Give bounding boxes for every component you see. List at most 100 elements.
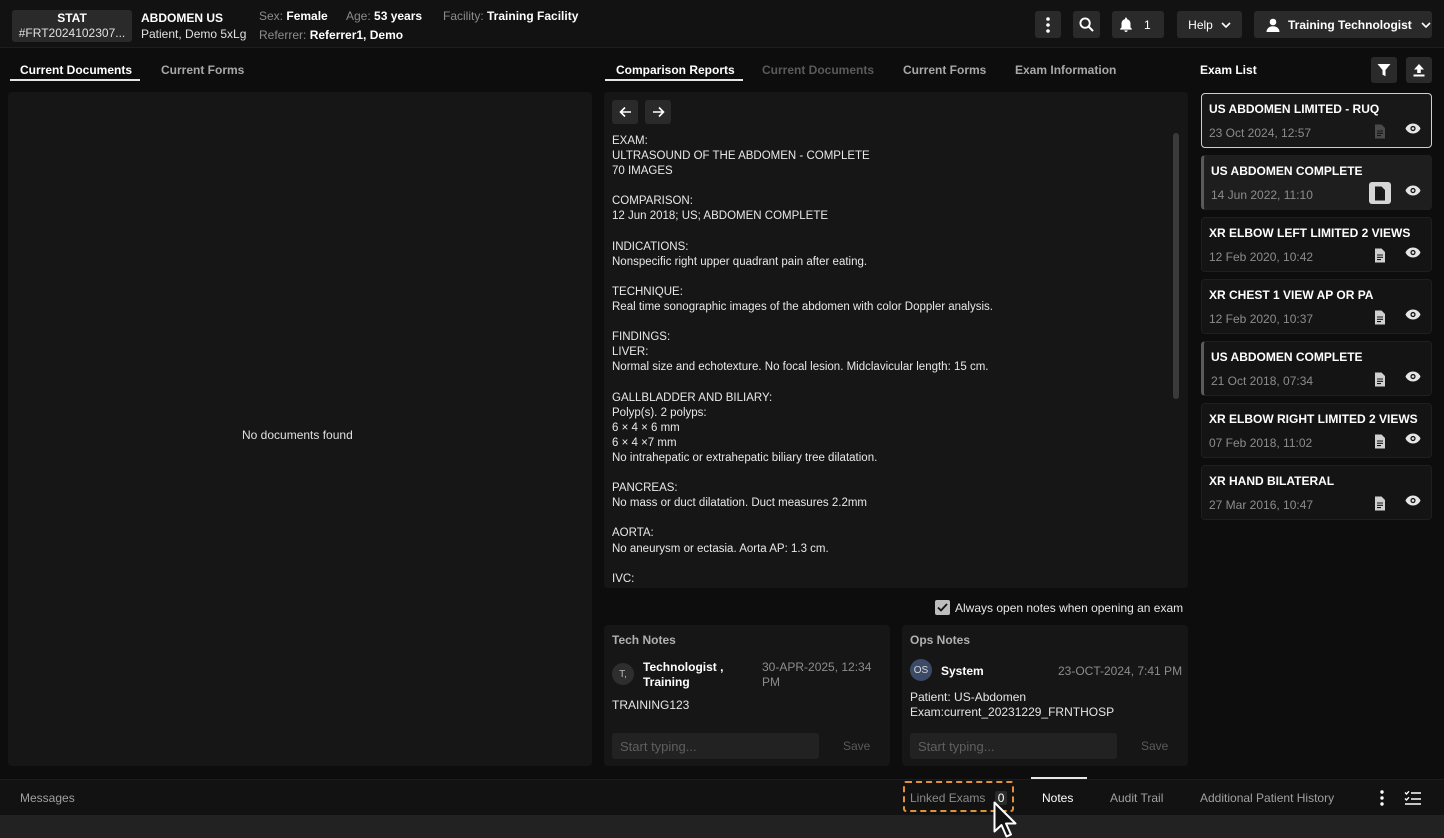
tech-note-input[interactable]	[612, 733, 819, 759]
report-line: 6 × 4 × 6 mm	[612, 421, 680, 434]
ops-note-author: System	[941, 664, 984, 678]
exam-list-item[interactable]: US ABDOMEN COMPLETE 14 Jun 2022, 11:10	[1201, 155, 1432, 210]
bottom-more-button[interactable]	[1377, 790, 1387, 806]
audit-trail-tab[interactable]: Audit Trail	[1110, 791, 1163, 805]
eye-icon[interactable]	[1405, 247, 1421, 261]
tab-exam-information[interactable]: Exam Information	[1015, 63, 1116, 77]
more-options-button[interactable]	[1035, 11, 1061, 38]
exam-title: ABDOMEN US	[141, 11, 224, 25]
active-tab-indicator	[1031, 777, 1087, 779]
tech-note-time-line1: 30-APR-2025, 12:34	[762, 660, 872, 674]
report-line: 70 IMAGES	[612, 165, 673, 178]
report-line	[612, 376, 1168, 391]
ops-note-input[interactable]	[910, 733, 1117, 759]
tab-current-forms-center[interactable]: Current Forms	[903, 63, 986, 77]
report-line	[612, 179, 1168, 194]
checklist-icon	[1404, 790, 1421, 805]
exam-date: 14 Jun 2022, 11:10	[1211, 188, 1313, 202]
sex-field: Sex: Female	[259, 9, 328, 23]
ops-note-save-button[interactable]: Save	[1141, 739, 1168, 753]
exam-list-item[interactable]: XR ELBOW LEFT LIMITED 2 VIEWS 12 Feb 2020…	[1201, 217, 1432, 272]
report-text: EXAM: ULTRASOUND OF THE ABDOMEN - COMPLET…	[612, 134, 1168, 582]
empty-documents-message: No documents found	[242, 428, 353, 442]
sex-label: Sex:	[259, 9, 284, 23]
exam-date: 21 Oct 2018, 07:34	[1211, 374, 1314, 388]
always-open-notes-option[interactable]: Always open notes when opening an exam	[935, 600, 1183, 615]
search-icon	[1079, 17, 1094, 32]
document-icon[interactable]	[1369, 368, 1391, 390]
eye-icon[interactable]	[1405, 371, 1421, 385]
next-report-button[interactable]	[645, 100, 671, 124]
exam-title: US ABDOMEN LIMITED - RUQ	[1209, 102, 1380, 116]
filter-button[interactable]	[1371, 57, 1397, 83]
previous-report-button[interactable]	[612, 100, 638, 124]
report-line: 6 × 4 ×7 mm	[612, 436, 677, 449]
messages-tab[interactable]: Messages	[20, 791, 75, 805]
patient-name: Patient, Demo 5xLg	[141, 27, 247, 41]
ops-note-body-line1: Patient: US-Abdomen	[910, 690, 1027, 704]
tab-current-documents-center[interactable]: Current Documents	[762, 63, 874, 77]
additional-patient-history-tab[interactable]: Additional Patient History	[1200, 791, 1334, 805]
report-line	[612, 270, 1168, 285]
report-line: Nonspecific right upper quadrant pain af…	[612, 255, 868, 268]
help-button[interactable]: Help	[1177, 11, 1242, 38]
exam-date: 07 Feb 2018, 11:02	[1209, 436, 1313, 450]
priority-badge: STAT #FRT2024102307...	[12, 10, 132, 42]
report-line: No mass or duct dilatation. Duct measure…	[612, 497, 868, 510]
always-open-notes-checkbox[interactable]	[935, 600, 950, 615]
exam-list-item[interactable]: US ABDOMEN LIMITED - RUQ 23 Oct 2024, 12:…	[1201, 93, 1432, 148]
notifications-button[interactable]: 1	[1112, 11, 1164, 38]
report-line: TECHNIQUE:	[612, 285, 683, 298]
report-line: 12 Jun 2018; US; ABDOMEN COMPLETE	[612, 210, 829, 223]
tech-note-time-line2: PM	[762, 675, 780, 689]
tech-note-time: 30-APR-2025, 12:34 PM	[762, 660, 871, 690]
tab-current-documents[interactable]: Current Documents	[20, 63, 132, 77]
report-line: ULTRASOUND OF THE ABDOMEN - COMPLETE	[612, 150, 870, 163]
status-bar	[0, 815, 1444, 838]
document-icon[interactable]	[1369, 120, 1391, 142]
chevron-down-icon	[1421, 21, 1431, 28]
exam-list-item[interactable]: US ABDOMEN COMPLETE 21 Oct 2018, 07:34	[1201, 341, 1432, 396]
exam-list-item[interactable]: XR CHEST 1 VIEW AP OR PA 12 Feb 2020, 10:…	[1201, 279, 1432, 334]
checklist-button[interactable]	[1404, 790, 1422, 806]
search-button[interactable]	[1073, 11, 1100, 38]
priority-label: STAT	[57, 11, 87, 25]
exam-list-item[interactable]: XR HAND BILATERAL 27 Mar 2016, 10:47	[1201, 465, 1432, 520]
user-icon	[1266, 18, 1280, 32]
notes-tab[interactable]: Notes	[1042, 791, 1073, 805]
exam-date: 27 Mar 2016, 10:47	[1209, 498, 1314, 512]
eye-icon[interactable]	[1405, 123, 1421, 137]
tech-note-author-line2: Training	[643, 675, 690, 689]
notifications-count: 1	[1144, 17, 1151, 32]
eye-icon[interactable]	[1405, 309, 1421, 323]
report-line	[612, 557, 1168, 572]
exam-date: 23 Oct 2024, 12:57	[1209, 126, 1312, 140]
exam-list-item[interactable]: XR ELBOW RIGHT LIMITED 2 VIEWS 07 Feb 201…	[1201, 403, 1432, 458]
exam-title: US ABDOMEN COMPLETE	[1211, 350, 1363, 364]
facility-label: Facility:	[443, 9, 484, 23]
tab-current-forms[interactable]: Current Forms	[161, 63, 244, 77]
tech-note-author-line1: Technologist ,	[643, 660, 724, 674]
eye-icon[interactable]	[1405, 185, 1421, 199]
report-line: Polyp(s). 2 polyps:	[612, 406, 707, 419]
document-icon[interactable]	[1369, 492, 1391, 514]
report-scrollbar-thumb[interactable]	[1173, 133, 1179, 399]
referrer-field: Referrer: Referrer1, Demo	[259, 28, 403, 42]
document-icon[interactable]	[1369, 182, 1391, 204]
tech-note-save-button[interactable]: Save	[843, 739, 870, 753]
upload-button[interactable]	[1406, 57, 1432, 83]
tech-note-author: Technologist , Training	[643, 660, 723, 690]
eye-icon[interactable]	[1405, 495, 1421, 509]
exam-title: XR ELBOW RIGHT LIMITED 2 VIEWS	[1209, 412, 1418, 426]
tab-comparison-reports[interactable]: Comparison Reports	[616, 63, 735, 77]
tech-notes-title: Tech Notes	[612, 633, 676, 647]
sex-value: Female	[286, 9, 328, 23]
filter-icon	[1377, 64, 1391, 77]
help-label: Help	[1188, 17, 1213, 32]
user-name: Training Technologist	[1288, 17, 1412, 32]
document-icon[interactable]	[1369, 430, 1391, 452]
user-menu-button[interactable]: Training Technologist	[1254, 11, 1432, 38]
eye-icon[interactable]	[1405, 433, 1421, 447]
document-icon[interactable]	[1369, 306, 1391, 328]
document-icon[interactable]	[1369, 244, 1391, 266]
